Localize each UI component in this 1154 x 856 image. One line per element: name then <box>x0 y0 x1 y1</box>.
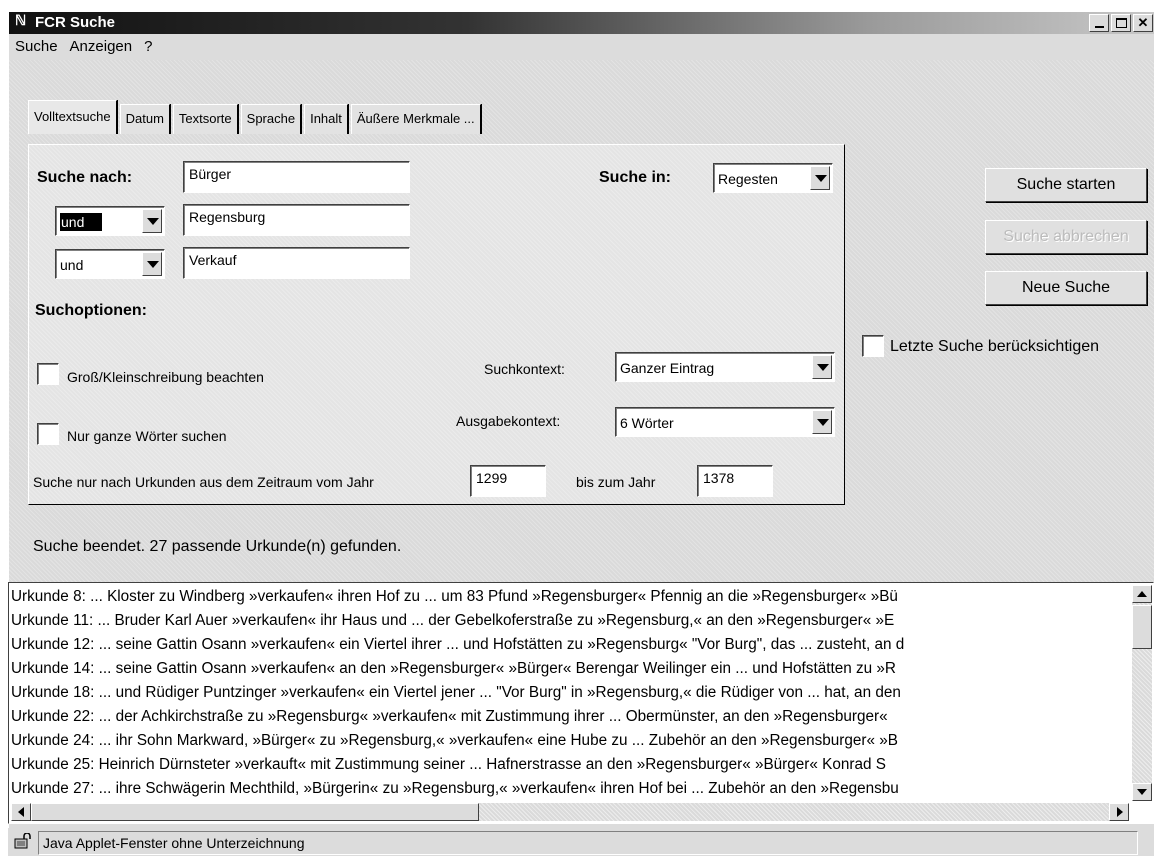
output-context-value: 6 Wörter <box>620 415 674 431</box>
operator-3-select[interactable]: und <box>55 249 165 279</box>
applet-status-text: Java Applet-Fenster ohne Unterzeichnung <box>38 831 1138 855</box>
output-context-label: Ausgabekontext: <box>456 413 561 429</box>
whole-words-label: Nur ganze Wörter suchen <box>67 428 227 444</box>
tab-inhalt[interactable]: Inhalt <box>304 104 348 134</box>
case-sensitive-checkbox[interactable] <box>37 363 59 385</box>
result-row[interactable]: Urkunde 11: ... Bruder Karl Auer »verkau… <box>11 609 1129 633</box>
year-to-label: bis zum Jahr <box>576 474 656 490</box>
operator-3-value: und <box>60 257 84 273</box>
year-from-input[interactable]: 1299 <box>470 465 546 497</box>
case-sensitive-label: Groß/Kleinschreibung beachten <box>67 369 264 385</box>
search-term-1-input[interactable]: Bürger <box>183 161 410 193</box>
result-row[interactable]: Urkunde 25: Heinrich Dürnsteter »verkauf… <box>11 753 1129 777</box>
applet-status-bar: Java Applet-Fenster ohne Unterzeichnung <box>8 828 1154 856</box>
tab-textsorte[interactable]: Textsorte <box>172 104 238 134</box>
result-row[interactable]: Urkunde 18: ... und Rüdiger Puntzinger »… <box>11 681 1129 705</box>
abort-search-button[interactable]: Suche abbrechen <box>985 220 1147 254</box>
scroll-down-icon[interactable] <box>1132 783 1152 801</box>
menu-bar: Suche Anzeigen ? <box>9 36 158 58</box>
tab-aeussere-merkmale[interactable]: Äußere Merkmale ... <box>350 104 481 134</box>
title-bar[interactable]: ℕ FCR Suche ✕ <box>9 12 1154 34</box>
search-for-label: Suche nach: <box>37 169 133 186</box>
new-search-button[interactable]: Neue Suche <box>985 271 1147 305</box>
close-icon: ✕ <box>1137 15 1149 30</box>
menu-suche[interactable]: Suche <box>9 36 64 58</box>
date-range-label: Suche nur nach Urkunden aus dem Zeitraum… <box>33 474 374 490</box>
minimize-icon <box>1094 26 1104 28</box>
search-panel: Suche nach: Bürger und Regensburg und Ve… <box>28 144 845 505</box>
results-list[interactable]: Urkunde 8: ... Kloster zu Windberg »verk… <box>8 582 1154 824</box>
scroll-left-icon[interactable] <box>11 803 31 821</box>
vertical-scroll-thumb[interactable] <box>1132 605 1152 649</box>
operator-2-value: und <box>60 213 103 231</box>
tab-datum[interactable]: Datum <box>119 104 170 134</box>
search-term-3-input[interactable]: Verkauf <box>183 247 410 279</box>
tab-volltextsuche[interactable]: Volltextsuche <box>28 100 117 134</box>
year-to-input[interactable]: 1378 <box>697 465 773 497</box>
minimize-button[interactable] <box>1089 14 1109 32</box>
search-context-label: Suchkontext: <box>484 361 565 377</box>
last-search-label: Letzte Suche berücksichtigen <box>890 338 1100 355</box>
scroll-up-icon[interactable] <box>1132 585 1152 603</box>
search-in-label: Suche in: <box>599 169 672 186</box>
start-search-button[interactable]: Suche starten <box>985 168 1147 202</box>
vertical-scrollbar[interactable] <box>1132 585 1152 801</box>
chevron-down-icon[interactable] <box>812 410 832 434</box>
operator-2-select[interactable]: und <box>55 206 165 236</box>
results-rows: Urkunde 8: ... Kloster zu Windberg »verk… <box>11 585 1129 801</box>
chevron-down-icon[interactable] <box>812 355 832 379</box>
horizontal-scroll-thumb[interactable] <box>31 803 479 821</box>
window-controls: ✕ <box>1087 14 1153 32</box>
menu-anzeigen[interactable]: Anzeigen <box>64 36 139 58</box>
scroll-right-icon[interactable] <box>1109 803 1129 821</box>
result-row[interactable]: Urkunde 8: ... Kloster zu Windberg »verk… <box>11 585 1129 609</box>
result-row[interactable]: Urkunde 14: ... seine Gattin Osann »verk… <box>11 657 1129 681</box>
window-title: FCR Suche <box>35 14 116 31</box>
applet-icon: ℕ <box>15 14 27 29</box>
close-button[interactable]: ✕ <box>1133 14 1153 32</box>
status-message: Suche beendet. 27 passende Urkunde(n) ge… <box>33 538 402 555</box>
maximize-icon <box>1115 18 1127 28</box>
tab-sprache[interactable]: Sprache <box>240 104 302 134</box>
chevron-down-icon[interactable] <box>142 209 162 233</box>
output-context-select[interactable]: 6 Wörter <box>615 407 835 437</box>
search-context-select[interactable]: Ganzer Eintrag <box>615 352 835 382</box>
search-in-select[interactable]: Regesten <box>713 163 833 193</box>
horizontal-scrollbar[interactable] <box>11 803 1129 821</box>
search-term-2-input[interactable]: Regensburg <box>183 204 410 236</box>
result-row[interactable]: Urkunde 22: ... der Achkirchstraße zu »R… <box>11 705 1129 729</box>
search-context-value: Ganzer Eintrag <box>620 360 715 376</box>
maximize-button[interactable] <box>1111 14 1131 32</box>
menu-help[interactable]: ? <box>138 36 158 58</box>
result-row[interactable]: Urkunde 24: ... ihr Sohn Markward, »Bürg… <box>11 729 1129 753</box>
tab-strip: Volltextsuche Datum Textsorte Sprache In… <box>28 100 484 134</box>
chevron-down-icon[interactable] <box>142 252 162 276</box>
whole-words-checkbox[interactable] <box>37 423 59 445</box>
chevron-down-icon[interactable] <box>810 166 830 190</box>
search-in-value: Regesten <box>718 171 778 187</box>
search-options-label: Suchoptionen: <box>35 302 147 319</box>
result-row[interactable]: Urkunde 12: ... seine Gattin Osann »verk… <box>11 633 1129 657</box>
last-search-checkbox[interactable] <box>862 335 884 357</box>
unlocked-key-icon <box>14 833 31 849</box>
result-row[interactable]: Urkunde 27: ... ihre Schwägerin Mechthil… <box>11 777 1129 801</box>
